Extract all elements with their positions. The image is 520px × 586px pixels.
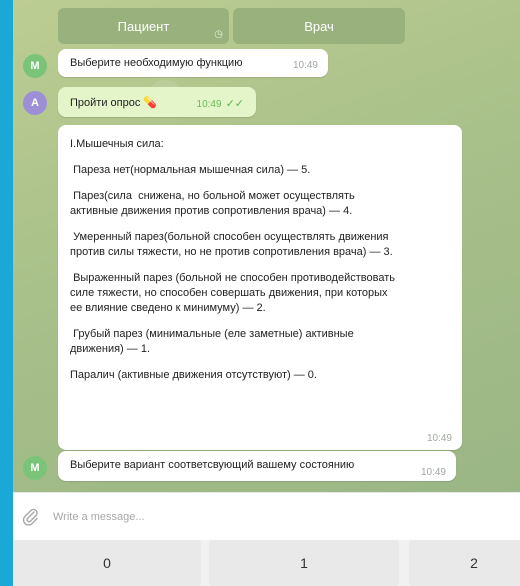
message-text: Пройти опрос 💊 (70, 97, 158, 109)
message-paragraph: Паралич (активные движения отсутствуют) … (70, 369, 317, 381)
keyboard-button-2[interactable]: 2 (409, 540, 520, 586)
clock-icon: ◷ (214, 29, 223, 40)
message-time: 10:49 (426, 433, 452, 444)
message-time-wrap: 10:49 ✓✓ (197, 97, 244, 110)
message-input-bar (13, 492, 520, 540)
paperclip-icon[interactable] (21, 507, 41, 527)
avatar[interactable]: M (23, 54, 47, 78)
reply-keyboard: 0 1 2 (13, 540, 520, 586)
keyboard-button-label: 1 (300, 555, 308, 571)
message-input[interactable] (53, 507, 493, 527)
message-paragraph: Умеренный парез(больной способен осущест… (70, 231, 393, 258)
message-time: 10:49 (292, 60, 318, 71)
telegram-window: Пациент ◷ Врач M Выберите необходимую фу… (13, 0, 520, 586)
message-text: Выберите необходимую функцию (70, 57, 243, 69)
avatar[interactable]: M (23, 456, 47, 480)
keyboard-button-label: 2 (470, 555, 478, 571)
keyboard-button-label: Врач (304, 18, 334, 34)
message-bubble: Выберите необходимую функцию 10:49 (58, 49, 328, 77)
keyboard-button-doctor[interactable]: Врач (233, 8, 405, 44)
double-check-icon: ✓✓ (225, 98, 244, 110)
message-paragraph: Парез(сила снижена, но больной может осу… (70, 190, 355, 217)
keyboard-button-label: Пациент (117, 18, 170, 34)
message-paragraph: Грубый парез (минимальные (еле заметные)… (70, 328, 354, 355)
avatar[interactable]: A (23, 91, 47, 115)
keyboard-button-0[interactable]: 0 (13, 540, 201, 586)
message-text: Выберите вариант соответсвующий вашему с… (70, 459, 355, 471)
message-bubble-long: I.Мышечныя сила: Пареза нет(нормальная м… (58, 125, 462, 450)
message-bubble: Выберите вариант соответсвующий вашему с… (58, 451, 456, 481)
message-time: 10:49 (420, 467, 446, 478)
message-time: 10:49 (196, 99, 222, 110)
message-paragraph: Выраженный парез (больной не способен пр… (70, 272, 395, 314)
message-paragraph: I.Мышечныя сила: (70, 138, 164, 150)
message-bubble-outgoing: Пройти опрос 💊 10:49 ✓✓ (58, 87, 256, 117)
keyboard-button-1[interactable]: 1 (209, 540, 399, 586)
keyboard-button-label: 0 (103, 555, 111, 571)
message-paragraph: Пареза нет(нормальная мышечная сила) — 5… (70, 164, 311, 176)
keyboard-button-patient[interactable]: Пациент ◷ (58, 8, 229, 44)
